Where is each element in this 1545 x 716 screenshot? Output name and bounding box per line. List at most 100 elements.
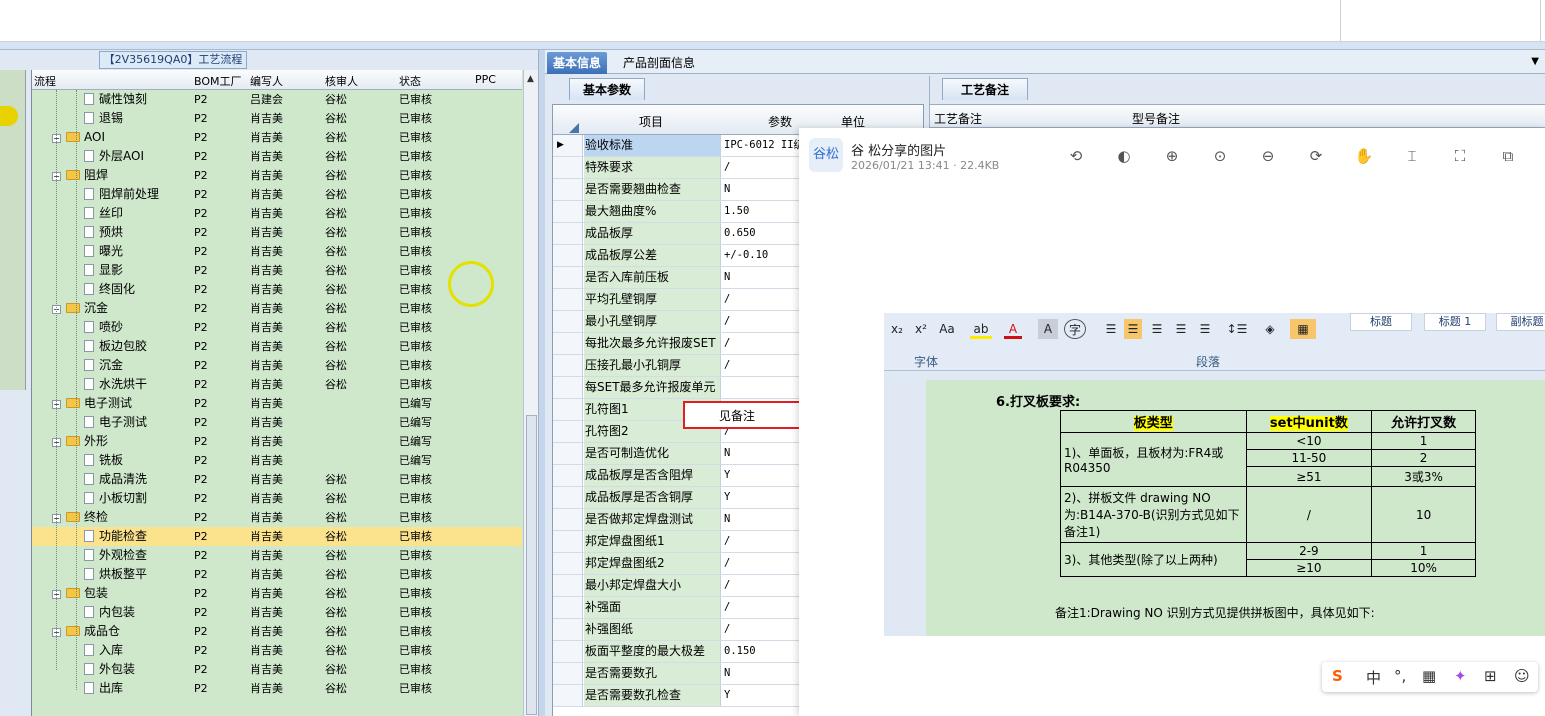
row-header[interactable] [553,553,583,574]
tree-group-row[interactable]: − 终检 P2 肖吉美 谷松 已审核 [32,508,522,527]
param-value[interactable]: N [721,663,730,684]
current-row-icon[interactable]: ▶ [553,135,583,156]
tree-row[interactable]: 烘板整平 P2 肖吉美 谷松 已审核 [32,565,522,584]
param-value[interactable] [721,377,724,398]
tree-group-row[interactable]: − AOI P2 肖吉美 谷松 已审核 [32,128,522,147]
param-value[interactable]: N [721,443,730,464]
col-header-status[interactable]: 状态 [399,73,421,89]
col-header-ppc[interactable]: PPC [475,73,496,86]
zoom-in-icon[interactable]: ⊕ [1162,146,1182,166]
col-header-model-remark[interactable]: 型号备注 [1132,110,1180,127]
zoom-out-icon[interactable]: ⊖ [1258,146,1278,166]
scroll-up-icon[interactable]: ▲ [527,74,534,84]
translate-icon[interactable]: ⟲ [1066,146,1086,166]
tree-row[interactable]: 外包装 P2 肖吉美 谷松 已审核 [32,660,522,679]
row-header[interactable] [553,157,583,178]
col-header-process[interactable]: 流程 [34,73,56,89]
rotate-icon[interactable]: ⟳ [1306,146,1326,166]
col-header-bom[interactable]: BOM工厂 [194,73,242,89]
row-header[interactable] [553,223,583,244]
toolbox-icon[interactable]: ⊞ [1484,667,1497,685]
tree-row[interactable]: 退锡 P2 肖吉美 谷松 已审核 [32,109,522,128]
tree-row[interactable]: 预烘 P2 肖吉美 谷松 已审核 [32,223,522,242]
text-select-icon[interactable]: ⌶ [1402,146,1422,166]
tree-row[interactable]: 内包装 P2 肖吉美 谷松 已审核 [32,603,522,622]
col-header-craft-remark[interactable]: 工艺备注 [934,110,982,127]
tab-basic-params[interactable]: 基本参数 [569,78,645,100]
tree-row[interactable]: 外层AOI P2 肖吉美 谷松 已审核 [32,147,522,166]
row-header[interactable] [553,531,583,552]
row-header[interactable] [553,597,583,618]
tree-scrollbar[interactable]: ▲ [523,70,538,716]
param-value[interactable]: 0.650 [721,223,756,244]
crop-icon[interactable]: ⛶ [1450,146,1470,166]
row-header[interactable] [553,333,583,354]
tree-row[interactable]: 喷砂 P2 肖吉美 谷松 已审核 [32,318,522,337]
mascot-icon[interactable]: ☺ [1514,667,1530,685]
tree-row[interactable]: 阻焊前处理 P2 肖吉美 谷松 已审核 [32,185,522,204]
row-header[interactable] [553,421,583,442]
select-all-corner-icon[interactable] [569,123,579,133]
vertical-splitter[interactable] [538,50,545,716]
tree-group-row[interactable]: − 阻焊 P2 肖吉美 谷松 已审核 [32,166,522,185]
param-value[interactable]: N [721,179,730,200]
param-value[interactable]: +/-0.10 [721,245,768,266]
ime-mode-button[interactable]: 中 [1366,667,1381,688]
tab-craft-remarks[interactable]: 工艺备注 [942,78,1028,100]
param-value[interactable]: / [721,553,730,574]
collapsed-side-panel[interactable] [0,70,26,390]
param-value[interactable]: / [721,575,730,596]
tree-row[interactable]: 成品清洗 P2 肖吉美 谷松 已审核 [32,470,522,489]
tree-group-row[interactable]: − 电子测试 P2 肖吉美 已编写 [32,394,522,413]
param-value[interactable]: / [721,289,730,310]
row-header[interactable] [553,509,583,530]
param-value[interactable]: N [721,267,730,288]
col-header-param[interactable]: 参数 [768,113,792,130]
tab-profile-info[interactable]: 产品剖面信息 [617,52,701,74]
param-value[interactable]: N [721,509,730,530]
tree-row[interactable]: 丝印 P2 肖吉美 谷松 已审核 [32,204,522,223]
param-value[interactable]: Y [721,685,730,706]
skin-icon[interactable]: ✦ [1454,667,1467,685]
sogou-logo-icon[interactable]: S [1332,667,1343,685]
tabs-dropdown-icon[interactable]: ▼ [1531,56,1539,67]
scrollbar-thumb[interactable] [526,415,537,715]
param-value[interactable]: Y [721,465,730,486]
punctuation-button[interactable]: °, [1394,667,1406,685]
tree-row[interactable]: 曝光 P2 肖吉美 谷松 已审核 [32,242,522,261]
tree-row[interactable]: 板边包胶 P2 肖吉美 谷松 已审核 [32,337,522,356]
tree-row[interactable]: 电子测试 P2 肖吉美 已编写 [32,413,522,432]
tree-row[interactable]: 小板切割 P2 肖吉美 谷松 已审核 [32,489,522,508]
param-value[interactable]: Y [721,487,730,508]
row-header[interactable] [553,685,583,706]
param-value[interactable]: / [721,311,730,332]
tree-group-row[interactable]: − 成品仓 P2 肖吉美 谷松 已审核 [32,622,522,641]
tree-row[interactable]: 功能检查 P2 肖吉美 谷松 已审核 [32,527,522,546]
col-header-item[interactable]: 项目 [639,113,663,130]
col-header-reviewer[interactable]: 核审人 [325,73,358,89]
tree-row[interactable]: 外观检查 P2 肖吉美 谷松 已审核 [32,546,522,565]
tree-group-row[interactable]: − 包装 P2 肖吉美 谷松 已审核 [32,584,522,603]
col-header-author[interactable]: 编写人 [250,73,283,89]
tree-row[interactable]: 碱性蚀刻 P2 吕建会 谷松 已审核 [32,90,522,109]
tree-group-row[interactable]: − 沉金 P2 肖吉美 谷松 已审核 [32,299,522,318]
row-header[interactable] [553,663,583,684]
row-header[interactable] [553,267,583,288]
tree-row[interactable]: 出库 P2 肖吉美 谷松 已审核 [32,679,522,698]
row-header[interactable] [553,179,583,200]
tree-row[interactable]: 沉金 P2 肖吉美 谷松 已审核 [32,356,522,375]
tree-group-row[interactable]: − 外形 P2 肖吉美 已编写 [32,432,522,451]
tab-basic-info[interactable]: 基本信息 [547,52,608,74]
row-header[interactable] [553,355,583,376]
row-header[interactable] [553,443,583,464]
row-header[interactable] [553,311,583,332]
row-header[interactable] [553,619,583,640]
param-value[interactable]: / [721,619,730,640]
contrast-icon[interactable]: ◐ [1114,146,1134,166]
horizontal-splitter[interactable] [0,42,1545,50]
hand-icon[interactable]: ✋ [1354,146,1374,166]
row-header[interactable] [553,399,583,420]
param-value[interactable]: 1.50 [721,201,749,222]
keyboard-icon[interactable]: ▦ [1422,667,1436,685]
row-header[interactable] [553,289,583,310]
